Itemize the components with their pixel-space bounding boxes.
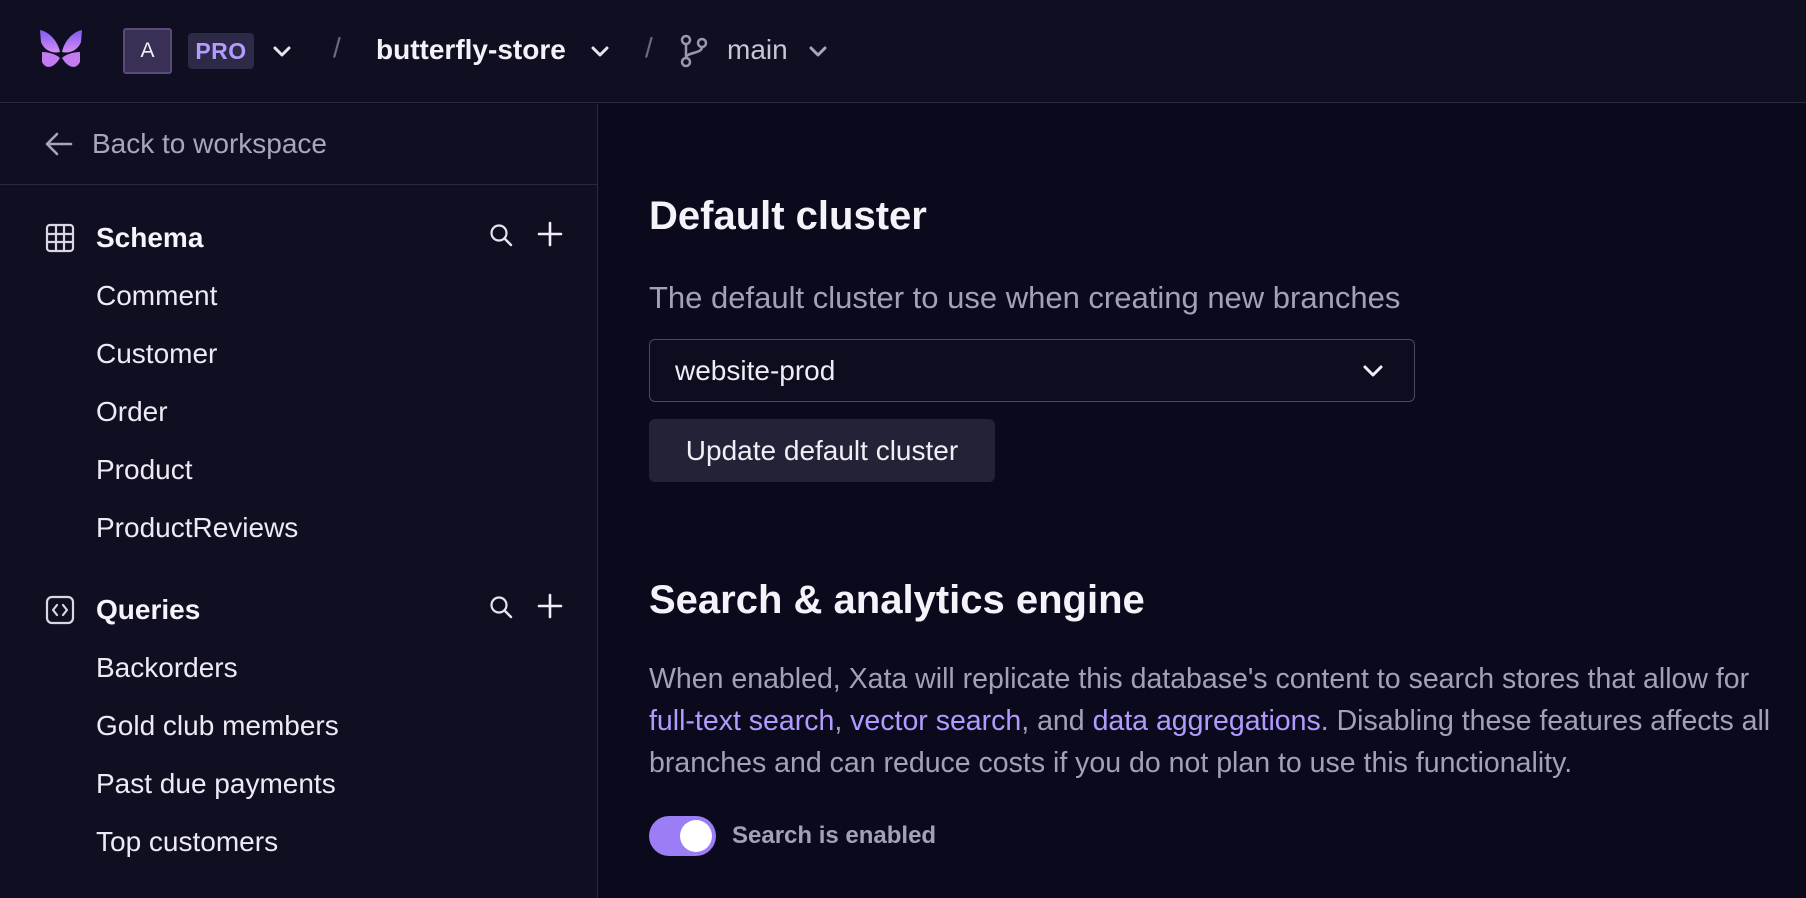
sidebar-item-product[interactable]: Product [96,454,193,486]
sidebar-item-comment[interactable]: Comment [96,280,217,312]
search-engine-description: When enabled, Xata will replicate this d… [649,658,1789,784]
sidebar-item-order[interactable]: Order [96,396,168,428]
plus-icon[interactable] [536,592,564,620]
sidebar-item-gold-club-members[interactable]: Gold club members [96,710,339,742]
vector-search-link[interactable]: vector search [850,705,1021,737]
default-cluster-value: website-prod [675,355,836,386]
chevron-down-icon[interactable] [808,46,828,58]
branch-name[interactable]: main [727,34,788,66]
plan-badge: PRO [188,33,254,69]
sidebar: Back to workspace Schema Comment Custome… [0,104,598,898]
chevron-down-icon[interactable] [272,46,292,58]
butterfly-logo-icon[interactable] [38,28,84,72]
search-enabled-toggle[interactable] [649,816,716,856]
code-icon [45,595,75,625]
sidebar-item-past-due-payments[interactable]: Past due payments [96,768,336,800]
description-text: , and [1021,705,1093,737]
default-cluster-heading: Default cluster [649,194,927,238]
breadcrumb-separator: / [645,32,653,63]
default-cluster-select[interactable]: website-prod [649,339,1415,402]
data-aggregations-link[interactable]: data aggregations [1093,705,1321,737]
sidebar-item-backorders[interactable]: Backorders [96,652,238,684]
update-default-cluster-button[interactable]: Update default cluster [649,419,995,482]
search-icon[interactable] [488,222,514,248]
sidebar-item-top-customers[interactable]: Top customers [96,826,278,858]
breadcrumb-separator: / [333,32,341,63]
workspace-avatar[interactable]: A [123,28,172,74]
sidebar-item-productreviews[interactable]: ProductReviews [96,512,298,544]
search-engine-heading: Search & analytics engine [649,578,1145,622]
search-enabled-label: Search is enabled [732,822,937,849]
plus-icon[interactable] [536,220,564,248]
search-icon[interactable] [488,594,514,620]
chevron-down-icon [1363,365,1383,377]
database-name[interactable]: butterfly-store [376,34,566,66]
chevron-down-icon[interactable] [590,46,610,58]
schema-section-title[interactable]: Schema [96,222,203,254]
toggle-knob [680,820,712,852]
full-text-search-link[interactable]: full-text search [649,705,834,737]
default-cluster-description: The default cluster to use when creating… [649,280,1401,315]
top-bar: A PRO / butterfly-store / main [0,0,1806,103]
table-grid-icon [45,223,75,253]
sidebar-item-customer[interactable]: Customer [96,338,217,370]
back-label: Back to workspace [92,128,327,159]
back-to-workspace-link[interactable]: Back to workspace [0,104,598,185]
arrow-left-icon [45,132,73,156]
queries-section-title[interactable]: Queries [96,594,200,626]
git-branch-icon [680,34,708,68]
description-text: When enabled, Xata will replicate this d… [649,663,1750,695]
description-text: , [834,705,851,737]
